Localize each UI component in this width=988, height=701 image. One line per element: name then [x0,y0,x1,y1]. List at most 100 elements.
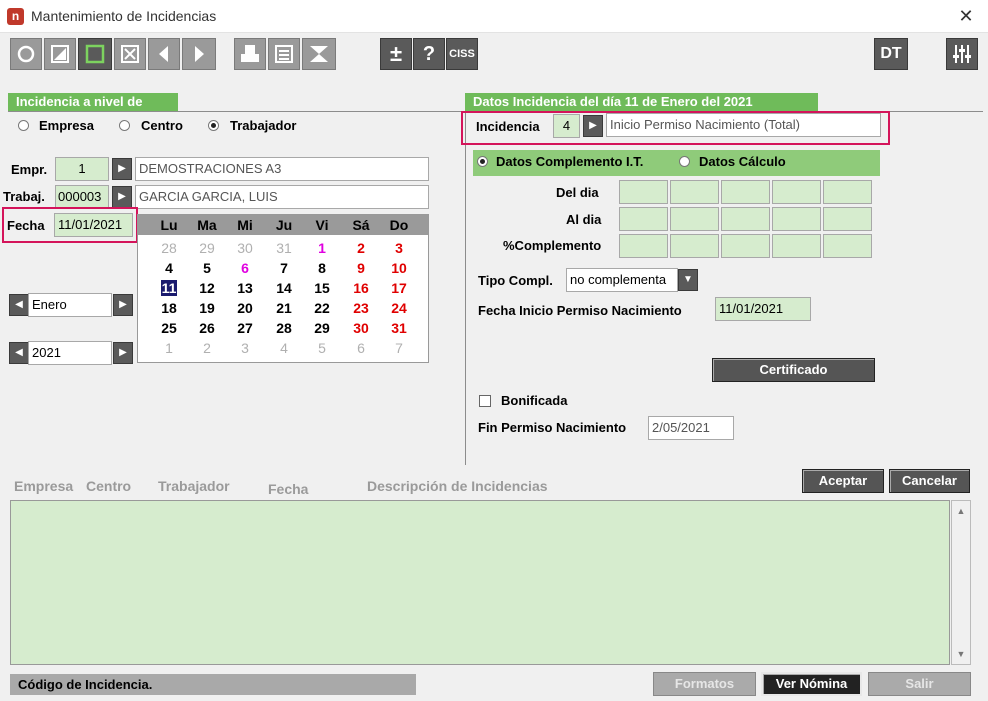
close-icon[interactable]: ✕ [954,4,978,28]
radio-trabajador[interactable] [208,120,219,131]
incidencia-lookup-button[interactable]: ▶ [583,115,603,137]
calendar-day[interactable]: 6 [342,339,380,358]
complemento-grid-cell[interactable] [670,180,719,204]
trabaj-code-field[interactable]: 000003 [55,185,109,209]
calendar-day[interactable]: 31 [265,239,303,258]
calendar-day[interactable]: 28 [150,239,188,258]
month-next-button[interactable]: ▶ [113,294,133,316]
list-button[interactable] [268,38,300,70]
calendar-day[interactable]: 27 [226,319,264,338]
print-button[interactable] [234,38,266,70]
calendar-day[interactable]: 26 [188,319,226,338]
export-button[interactable] [302,38,336,70]
calendar-day[interactable]: 31 [380,319,418,338]
calendar-day[interactable]: 20 [226,299,264,318]
tipo-compl-dropdown-button[interactable]: ▼ [678,269,698,291]
complemento-grid-cell[interactable] [670,234,719,258]
bonificada-checkbox[interactable] [479,395,491,407]
empr-code-field[interactable]: 1 [55,157,109,181]
complemento-grid-cell[interactable] [619,180,668,204]
complemento-grid-cell[interactable] [670,207,719,231]
complemento-grid-cell[interactable] [619,234,668,258]
calendar-day[interactable]: 21 [265,299,303,318]
list-scrollbar[interactable]: ▲ ▼ [951,500,971,665]
calendar-day[interactable]: 9 [342,259,380,278]
plus-minus-button[interactable]: ± [380,38,412,70]
month-prev-button[interactable]: ◀ [9,294,29,316]
year-prev-button[interactable]: ◀ [9,342,29,364]
calendar-day[interactable]: 4 [265,339,303,358]
year-field[interactable]: 2021 [28,341,112,365]
formatos-button[interactable]: Formatos [653,672,756,696]
complemento-grid-cell[interactable] [823,180,872,204]
calendar-day[interactable]: 29 [303,319,341,338]
tab-complemento-label[interactable]: Datos Complemento I.T. [496,154,643,169]
tab-calculo-label[interactable]: Datos Cálculo [699,154,786,169]
calendar-day[interactable]: 30 [226,239,264,258]
calendar-day[interactable]: 18 [150,299,188,318]
calendar-day[interactable]: 24 [380,299,418,318]
complemento-grid-cell[interactable] [772,180,821,204]
calendar-selected-day[interactable]: 11 [160,280,178,296]
certificado-button[interactable]: Certificado [712,358,875,382]
calendar-day[interactable]: 10 [380,259,418,278]
previous-button[interactable] [148,38,180,70]
calendar-day[interactable]: 30 [342,319,380,338]
calendar-day[interactable]: 28 [265,319,303,338]
calendar-day[interactable]: 3 [226,339,264,358]
complemento-grid-cell[interactable] [823,207,872,231]
radio-empresa[interactable] [18,120,29,131]
salir-button[interactable]: Salir [868,672,971,696]
empr-lookup-button[interactable]: ▶ [112,158,132,180]
complemento-grid-cell[interactable] [721,180,770,204]
ciss-button[interactable]: CISS [446,38,478,70]
calendar-day[interactable]: 19 [188,299,226,318]
ver-nomina-button[interactable]: Ver Nómina [761,672,862,696]
calendar-day[interactable]: 8 [303,259,341,278]
delete-button[interactable] [114,38,146,70]
calendar-day[interactable]: 5 [303,339,341,358]
help-button[interactable]: ? [413,38,445,70]
cancelar-button[interactable]: Cancelar [889,469,970,493]
next-button[interactable] [182,38,216,70]
tipo-compl-select[interactable]: no complementa [566,268,678,292]
calendar-day[interactable]: 13 [226,279,264,298]
tab-calculo-radio[interactable] [679,156,690,167]
incidencias-list[interactable] [10,500,950,665]
calendar-day[interactable]: 29 [188,239,226,258]
complemento-grid-cell[interactable] [619,207,668,231]
tab-complemento-radio[interactable] [477,156,488,167]
year-next-button[interactable]: ▶ [113,342,133,364]
settings-button[interactable] [946,38,978,70]
calendar-day[interactable]: 14 [265,279,303,298]
calendar-day[interactable]: 1 [303,239,341,258]
refresh-button[interactable] [10,38,42,70]
calendar-day[interactable]: 6 [226,259,264,278]
complemento-grid-cell[interactable] [823,234,872,258]
dt-button[interactable]: DT [874,38,908,70]
incidencia-code-field[interactable]: 4 [553,114,580,138]
fecha-inicio-field[interactable]: 11/01/2021 [715,297,811,321]
complemento-grid-cell[interactable] [721,234,770,258]
fecha-field[interactable]: 11/01/2021 [54,213,133,237]
calendar-day[interactable]: 25 [150,319,188,338]
calendar-day[interactable]: 22 [303,299,341,318]
calendar-day[interactable]: 16 [342,279,380,298]
calendar-day[interactable]: 7 [265,259,303,278]
edit-button[interactable] [44,38,76,70]
calendar-day[interactable]: 12 [188,279,226,298]
aceptar-button[interactable]: Aceptar [802,469,884,493]
scroll-up-icon[interactable]: ▲ [952,501,970,521]
calendar-day[interactable]: 2 [188,339,226,358]
radio-centro[interactable] [119,120,130,131]
new-button[interactable] [78,38,112,70]
complemento-grid-cell[interactable] [772,234,821,258]
calendar-day[interactable]: 15 [303,279,341,298]
calendar-day[interactable]: 17 [380,279,418,298]
calendar-day[interactable]: 2 [342,239,380,258]
calendar-day[interactable]: 5 [188,259,226,278]
calendar-day[interactable]: 3 [380,239,418,258]
calendar-day[interactable]: 1 [150,339,188,358]
calendar-day[interactable]: 4 [150,259,188,278]
calendar-day[interactable]: 23 [342,299,380,318]
